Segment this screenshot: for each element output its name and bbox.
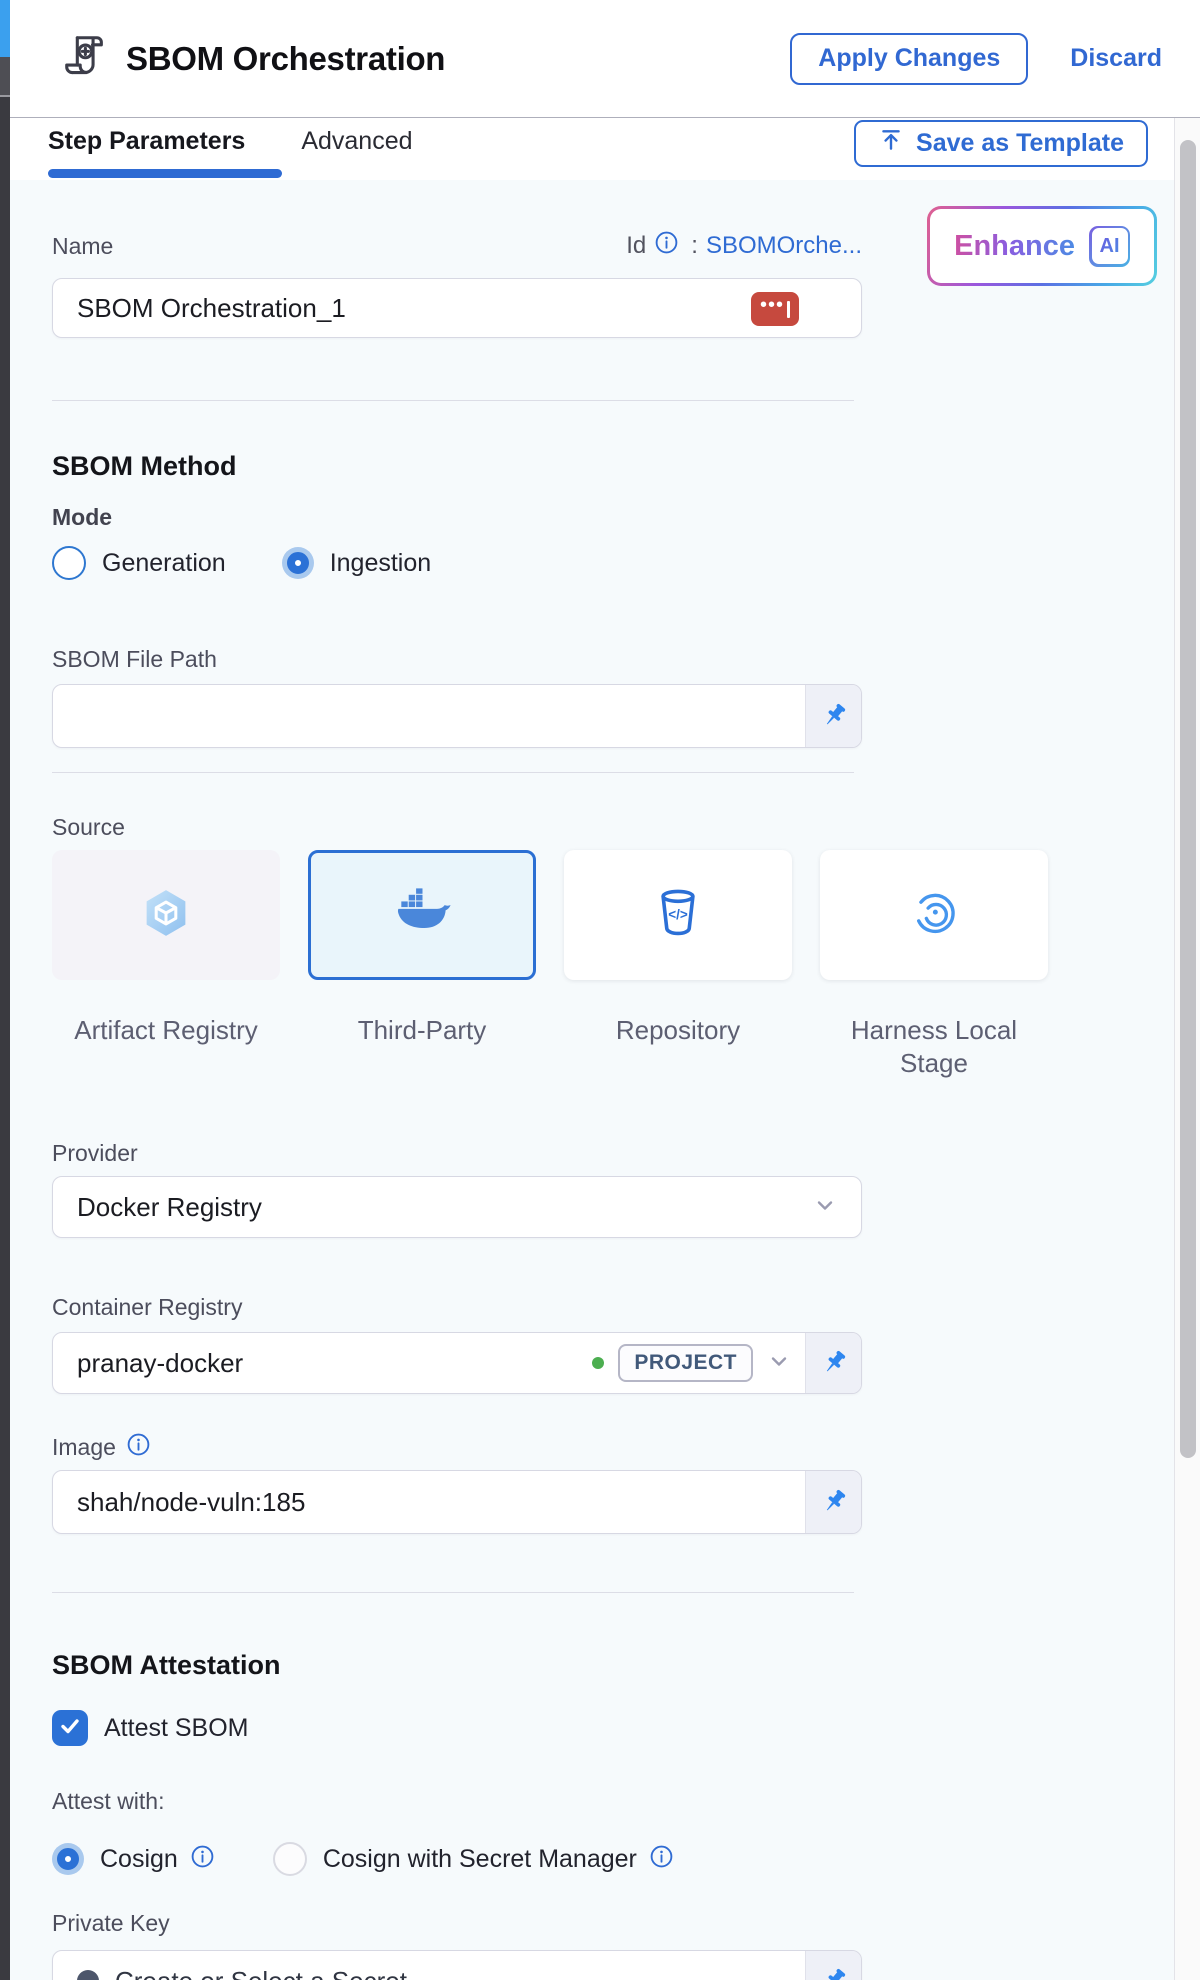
attest-sbom-checkbox[interactable] — [52, 1710, 88, 1746]
svg-text:</>: </> — [668, 906, 688, 921]
private-key-label: Private Key — [52, 1910, 1200, 1936]
image-label-row: Image — [52, 1432, 1200, 1462]
source-cards: </> — [52, 850, 1200, 980]
ai-badge: AI — [1089, 226, 1130, 267]
extension-icon[interactable]: ••• — [751, 292, 799, 326]
source-card-repository[interactable]: </> — [564, 850, 792, 980]
radio-icon — [52, 546, 86, 580]
runtime-input-pin-button[interactable] — [805, 1951, 861, 1980]
attest-with-label: Attest with: — [52, 1788, 1200, 1814]
sbom-method-heading: SBOM Method — [52, 451, 1200, 481]
tab-step-parameters[interactable]: Step Parameters — [48, 118, 245, 156]
sbom-attestation-heading: SBOM Attestation — [52, 1650, 1200, 1680]
divider — [52, 400, 854, 401]
source-card-harness-local-stage[interactable] — [820, 850, 1048, 980]
provider-select[interactable]: Docker Registry — [52, 1176, 862, 1238]
attest-with-radio-group: Cosign Cosign with Secret Manager — [52, 1842, 1200, 1876]
file-path-input[interactable] — [53, 685, 805, 747]
discard-button[interactable]: Discard — [1070, 44, 1162, 73]
name-label: Name — [52, 233, 113, 259]
private-key-secret-select[interactable]: Create or Select a Secret — [52, 1950, 862, 1980]
info-icon[interactable] — [654, 230, 679, 262]
source-label: Source — [52, 814, 1200, 840]
container-registry-label: Container Registry — [52, 1294, 1200, 1320]
enhance-label: Enhance — [954, 230, 1075, 263]
enhance-ai-button[interactable]: Enhance AI — [927, 206, 1157, 286]
radio-cosign-secret-manager[interactable]: Cosign with Secret Manager — [273, 1842, 674, 1876]
info-icon[interactable] — [649, 1844, 674, 1874]
harness-orbit-icon — [907, 886, 961, 945]
apply-changes-button[interactable]: Apply Changes — [790, 33, 1028, 85]
source-card-labels: Artifact Registry Third-Party Repository… — [52, 1014, 1200, 1080]
image-input-wrapper — [52, 1470, 862, 1534]
file-path-input-wrapper — [52, 684, 862, 748]
step-id: Id : SBOMOrche... — [626, 230, 862, 262]
canvas-edge-accent — [0, 0, 10, 57]
radio-icon-selected — [287, 552, 309, 574]
panel: SBOM Orchestration Apply Changes Discard… — [10, 0, 1200, 1980]
key-icon — [77, 1970, 99, 1980]
name-input-wrapper: ••• — [52, 278, 862, 338]
mode-label: Mode — [52, 504, 1200, 530]
scrollbar-track[interactable] — [1174, 118, 1200, 1980]
file-path-label: SBOM File Path — [52, 646, 1200, 672]
step-id-value[interactable]: SBOMOrche... — [706, 232, 862, 260]
tab-advanced[interactable]: Advanced — [301, 118, 412, 156]
scroll-plus-icon — [60, 31, 110, 86]
connectivity-status-dot — [592, 1357, 604, 1369]
name-row: Name Id : SBOMOrche... — [52, 230, 862, 262]
source-card-third-party[interactable] — [308, 850, 536, 980]
radio-ingestion[interactable]: Ingestion — [282, 547, 431, 579]
runtime-input-pin-button[interactable] — [805, 1471, 861, 1533]
image-input[interactable] — [53, 1471, 805, 1533]
radio-icon-selected — [57, 1848, 79, 1870]
scope-badge: PROJECT — [618, 1344, 753, 1382]
provider-label: Provider — [52, 1140, 1200, 1166]
info-icon[interactable] — [126, 1432, 151, 1462]
radio-generation[interactable]: Generation — [52, 546, 226, 580]
container-registry-input[interactable] — [53, 1333, 592, 1393]
check-icon — [58, 1714, 82, 1743]
source-card-artifact-registry[interactable] — [52, 850, 280, 980]
docker-whale-icon — [390, 888, 454, 943]
radio-cosign[interactable]: Cosign — [52, 1843, 215, 1875]
active-tab-indicator — [48, 169, 282, 178]
tab-bar: Step Parameters Advanced Save as Templat… — [10, 117, 1200, 180]
canvas-edge — [0, 0, 10, 1980]
step-config-drawer: SBOM Orchestration Apply Changes Discard… — [0, 0, 1200, 1980]
info-icon[interactable] — [190, 1844, 215, 1874]
divider — [52, 772, 854, 773]
runtime-input-pin-button[interactable] — [805, 685, 861, 747]
radio-icon — [273, 1842, 307, 1876]
mode-radio-group: Generation Ingestion — [52, 546, 1200, 580]
name-input[interactable] — [53, 279, 861, 337]
scrollbar-thumb[interactable] — [1180, 140, 1196, 1458]
attest-sbom-row: Attest SBOM — [52, 1710, 1200, 1746]
image-label: Image — [52, 1434, 116, 1460]
save-as-template-button[interactable]: Save as Template — [854, 120, 1148, 167]
artifact-cube-icon — [138, 885, 194, 946]
step-parameters-form: Enhance AI Name Id : SBOM — [10, 180, 1200, 1980]
page-title: SBOM Orchestration — [126, 40, 445, 78]
upload-icon — [878, 127, 904, 160]
chevron-down-icon — [813, 1193, 837, 1222]
divider — [52, 1592, 854, 1593]
chevron-down-icon[interactable] — [767, 1349, 791, 1378]
repository-bucket-icon: </> — [651, 886, 705, 945]
drawer-header: SBOM Orchestration Apply Changes Discard — [10, 0, 1200, 117]
runtime-input-pin-button[interactable] — [805, 1333, 861, 1393]
container-registry-input-wrapper: PROJECT — [52, 1332, 862, 1394]
